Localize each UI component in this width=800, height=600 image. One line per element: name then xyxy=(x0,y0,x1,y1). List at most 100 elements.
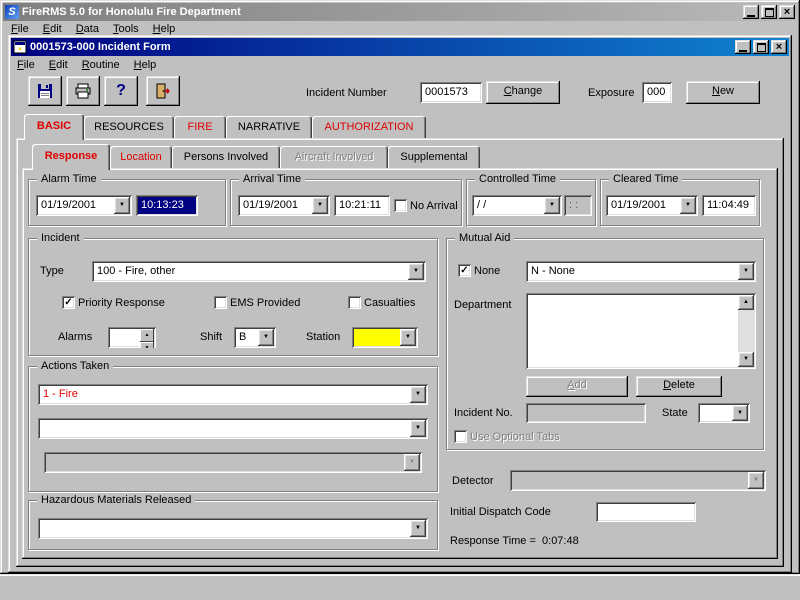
dropdown-arrow-icon[interactable]: ▼ xyxy=(400,329,416,346)
alarm-time-field[interactable]: 10:13:23 xyxy=(136,195,198,216)
dropdown-arrow-icon[interactable]: ▼ xyxy=(258,329,274,346)
incident-type-combo[interactable]: 100 - Fire, other ▼ xyxy=(92,261,426,282)
dropdown-arrow-icon: ▼ xyxy=(748,472,764,489)
cleared-date-combo[interactable]: 01/19/2001 ▼ xyxy=(606,195,698,216)
state-combo[interactable]: ▼ xyxy=(698,403,750,423)
print-button[interactable] xyxy=(66,76,100,106)
incident-group-label: Incident xyxy=(37,232,84,245)
controlled-time-field: : : xyxy=(564,195,592,216)
save-icon xyxy=(36,82,54,100)
department-listbox[interactable]: ▲ ▼ xyxy=(526,293,756,369)
app-minimize-button[interactable] xyxy=(743,5,759,19)
spin-up-icon[interactable]: ▲ xyxy=(140,329,154,342)
maximize-icon xyxy=(765,8,774,17)
department-scrollbar[interactable]: ▲ ▼ xyxy=(738,295,754,367)
dropdown-arrow-icon[interactable]: ▼ xyxy=(114,197,130,214)
menu-edit[interactable]: Edit xyxy=(42,58,75,72)
controlled-date-combo[interactable]: / / ▼ xyxy=(472,195,562,216)
action-1-value: 1 - Fire xyxy=(43,388,78,400)
mutual-aid-combo[interactable]: N - None ▼ xyxy=(526,261,756,282)
arrival-date-combo[interactable]: 01/19/2001 ▼ xyxy=(238,195,330,216)
shift-value: B xyxy=(239,331,246,343)
app-close-button[interactable]: × xyxy=(779,5,795,19)
subtab-supplemental[interactable]: Supplemental xyxy=(388,146,480,168)
tab-authorization[interactable]: AUTHORIZATION xyxy=(312,116,426,138)
dropdown-arrow-icon[interactable]: ▼ xyxy=(738,263,754,280)
app-menu-help[interactable]: Help xyxy=(146,22,183,36)
dropdown-arrow-icon[interactable]: ▼ xyxy=(410,420,426,437)
new-button[interactable]: New xyxy=(686,81,760,104)
shift-label: Shift xyxy=(200,331,222,343)
help-button[interactable]: ? xyxy=(104,76,138,106)
dropdown-arrow-icon[interactable]: ▼ xyxy=(544,197,560,214)
no-arrival-label: No Arrival xyxy=(410,200,458,212)
station-combo[interactable]: ▼ xyxy=(352,327,418,348)
subtab-location[interactable]: Location xyxy=(110,146,172,168)
check-icon: ✓ xyxy=(460,266,468,276)
casualties-label: Casualties xyxy=(364,297,415,309)
detector-label: Detector xyxy=(452,475,494,487)
arrival-date-value: 01/19/2001 xyxy=(243,199,298,211)
change-button[interactable]: Change xyxy=(486,81,560,104)
app-maximize-button[interactable] xyxy=(761,5,777,19)
exposure-field[interactable]: 000 xyxy=(642,82,672,103)
delete-button[interactable]: Delete xyxy=(636,376,722,397)
save-button[interactable] xyxy=(28,76,62,106)
cleared-time-field[interactable]: 11:04:49 xyxy=(702,195,756,216)
incident-menubar: File Edit Routine Help xyxy=(10,58,163,72)
exit-button[interactable] xyxy=(146,76,180,106)
action-2-combo[interactable]: ▼ xyxy=(38,418,428,439)
ems-provided-checkbox[interactable] xyxy=(214,296,227,309)
menu-help[interactable]: Help xyxy=(127,58,164,72)
minimize-icon xyxy=(739,50,747,52)
arrival-time-field[interactable]: 10:21:11 xyxy=(334,195,390,216)
incident-window-titlebar[interactable]: 0001573-000 Incident Form × xyxy=(11,38,789,56)
alarms-spinner[interactable]: ▲▼ xyxy=(108,327,156,348)
app-menu-edit[interactable]: Edit xyxy=(36,22,69,36)
alarms-label: Alarms xyxy=(58,331,92,343)
controlled-time-group-label: Controlled Time xyxy=(475,173,560,186)
dropdown-arrow-icon[interactable]: ▼ xyxy=(312,197,328,214)
taskbar: Start Inbox - Microsoft Outlook S FireRM… xyxy=(0,574,800,600)
alarm-date-combo[interactable]: 01/19/2001 ▼ xyxy=(36,195,132,216)
priority-response-checkbox[interactable]: ✓ xyxy=(62,296,75,309)
tab-fire[interactable]: FIRE xyxy=(174,116,226,138)
shift-combo[interactable]: B ▼ xyxy=(234,327,276,348)
casualties-checkbox[interactable] xyxy=(348,296,361,309)
dropdown-arrow-icon[interactable]: ▼ xyxy=(680,197,696,214)
tab-basic[interactable]: BASIC xyxy=(24,114,84,140)
dropdown-arrow-icon[interactable]: ▼ xyxy=(408,263,424,280)
spin-down-icon[interactable]: ▼ xyxy=(140,342,154,348)
app-menu-tools[interactable]: Tools xyxy=(106,22,146,36)
window-minimize-button[interactable] xyxy=(735,40,751,54)
dropdown-arrow-icon[interactable]: ▼ xyxy=(732,405,748,421)
hazmat-combo[interactable]: ▼ xyxy=(38,518,428,539)
exit-door-icon xyxy=(154,82,172,100)
action-1-combo[interactable]: 1 - Fire ▼ xyxy=(38,384,428,405)
window-maximize-button[interactable] xyxy=(753,40,769,54)
tab-resources[interactable]: RESOURCES xyxy=(84,116,174,138)
alarm-date-value: 01/19/2001 xyxy=(41,199,96,211)
arrival-time-group-label: Arrival Time xyxy=(239,173,305,186)
dropdown-arrow-icon[interactable]: ▼ xyxy=(410,520,426,537)
dropdown-arrow-icon[interactable]: ▼ xyxy=(410,386,426,403)
incident-form-icon xyxy=(13,40,27,54)
check-icon: ✓ xyxy=(64,298,72,308)
no-arrival-checkbox[interactable] xyxy=(394,199,407,212)
subtab-persons-involved[interactable]: Persons Involved xyxy=(172,146,280,168)
menu-routine[interactable]: Routine xyxy=(75,58,127,72)
window-close-button[interactable]: × xyxy=(771,40,787,54)
subtab-response[interactable]: Response xyxy=(32,144,110,170)
add-button: Add xyxy=(526,376,628,397)
use-optional-tabs-label: Use Optional Tabs xyxy=(470,431,560,443)
app-titlebar[interactable]: S FireRMS 5.0 for Honolulu Fire Departme… xyxy=(3,3,797,21)
mutual-aid-none-checkbox[interactable]: ✓ xyxy=(458,264,471,277)
tab-narrative[interactable]: NARRATIVE xyxy=(226,116,312,138)
scroll-up-icon[interactable]: ▲ xyxy=(738,295,754,310)
initial-dispatch-field[interactable] xyxy=(596,502,696,522)
app-menu-file[interactable]: File xyxy=(4,22,36,36)
scroll-down-icon[interactable]: ▼ xyxy=(738,352,754,367)
app-menu-data[interactable]: Data xyxy=(69,22,106,36)
menu-file[interactable]: File xyxy=(10,58,42,72)
incident-number-field[interactable]: 0001573 xyxy=(420,82,482,103)
